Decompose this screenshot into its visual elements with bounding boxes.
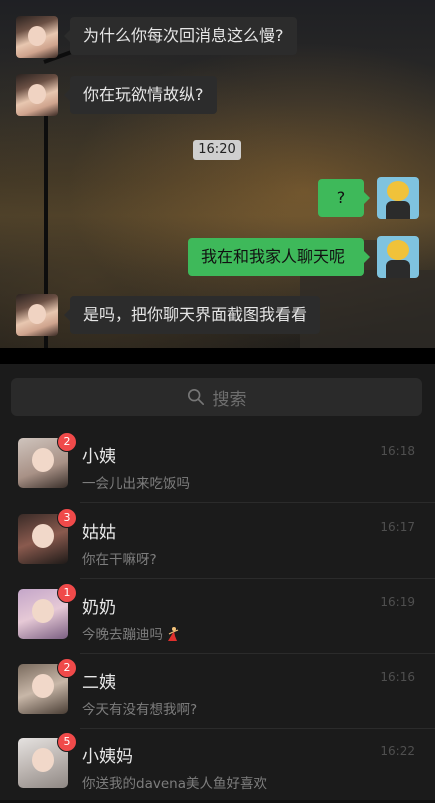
screenshot-divider — [0, 348, 435, 364]
unread-badge: 3 — [57, 508, 77, 528]
message-timestamp: 16:20 — [193, 140, 241, 160]
search-icon — [187, 388, 204, 406]
last-message: 今晚去蹦迪吗 — [82, 623, 181, 643]
contact-avatar[interactable] — [16, 16, 58, 58]
unread-badge: 1 — [57, 583, 77, 603]
last-message: 一会儿出来吃饭吗 — [82, 476, 190, 492]
chat-conversation-panel: 为什么你每次回消息这么慢? 你在玩欲情故纵? 16:20 ? 我在和我家人聊天呢… — [0, 0, 435, 348]
message-time: 16:18 — [380, 444, 415, 458]
conversation-row[interactable]: 3 姑姑 你在干嘛呀? 16:17 — [0, 504, 435, 579]
my-avatar[interactable] — [377, 236, 419, 278]
conversation-row[interactable]: 2 小姨 一会儿出来吃饭吗 16:18 — [0, 428, 435, 503]
incoming-message-bubble[interactable]: 为什么你每次回消息这么慢? — [64, 17, 297, 55]
contact-name: 小姨 — [82, 447, 116, 467]
conversation-row[interactable]: 1 奶奶 今晚去蹦迪吗 16:19 — [0, 579, 435, 654]
last-message: 你在干嘛呀? — [82, 552, 157, 568]
search-placeholder: 搜索 — [212, 389, 247, 410]
last-message: 今天有没有想我啊? — [82, 702, 198, 718]
outgoing-message-bubble[interactable]: ? — [318, 179, 370, 217]
chat-list-panel: 搜索 2 小姨 一会儿出来吃饭吗 16:18 3 姑姑 你在干嘛呀? 16:17… — [0, 364, 435, 800]
contact-name: 奶奶 — [82, 598, 116, 618]
search-bar[interactable]: 搜索 — [11, 378, 422, 416]
message-time: 16:22 — [380, 744, 415, 758]
conversation-row[interactable]: 2 二姨 今天有没有想我啊? 16:16 — [0, 654, 435, 729]
my-avatar[interactable] — [377, 177, 419, 219]
incoming-message-bubble[interactable]: 你在玩欲情故纵? — [64, 76, 217, 114]
contact-name: 二姨 — [82, 673, 116, 693]
dancer-icon — [168, 627, 179, 641]
unread-badge: 5 — [57, 732, 77, 752]
message-time: 16:19 — [380, 595, 415, 609]
last-message-text: 今晚去蹦迪吗 — [82, 627, 163, 643]
incoming-message-bubble[interactable]: 是吗，把你聊天界面截图我看看 — [63, 296, 321, 334]
contact-name: 姑姑 — [82, 523, 116, 543]
unread-badge: 2 — [57, 658, 77, 678]
contact-avatar[interactable] — [16, 294, 58, 336]
outgoing-message-bubble[interactable]: 我在和我家人聊天呢 — [188, 238, 370, 276]
conversation-row[interactable]: 5 小姨妈 你送我的davena美人鱼好喜欢 16:22 — [0, 728, 435, 803]
message-time: 16:17 — [380, 520, 415, 534]
contact-avatar[interactable] — [16, 74, 58, 116]
background-rooftop — [300, 270, 435, 348]
message-time: 16:16 — [380, 670, 415, 684]
last-message: 你送我的davena美人鱼好喜欢 — [82, 776, 267, 792]
unread-badge: 2 — [57, 432, 77, 452]
contact-name: 小姨妈 — [82, 747, 133, 767]
row-divider — [80, 502, 435, 503]
